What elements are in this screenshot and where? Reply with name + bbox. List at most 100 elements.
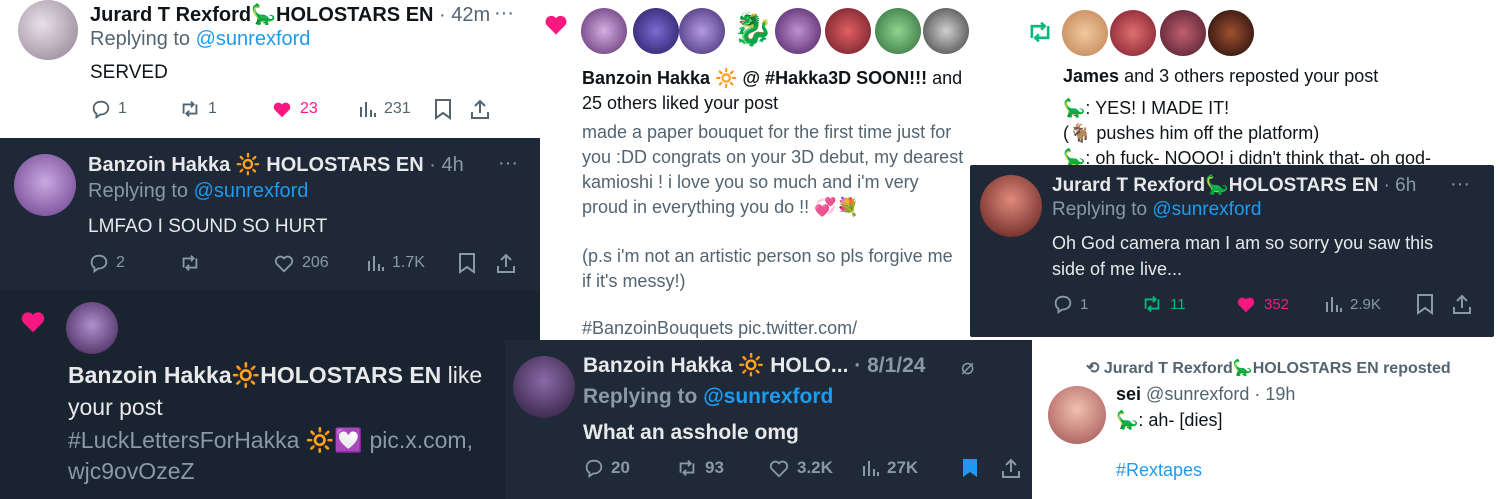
like-button[interactable]: 3.2K: [767, 457, 861, 479]
notification-like-bouquet[interactable]: 🐉 Banzoin Hakka 🔆 @ #Hakka3D SOON!!! and…: [541, 0, 981, 340]
author-name[interactable]: Jurard T Rexford: [90, 4, 251, 26]
repost-button[interactable]: 11: [1140, 293, 1234, 315]
reposter-name[interactable]: James: [1063, 66, 1119, 86]
timestamp[interactable]: · 8/1/24: [854, 354, 925, 377]
share-button[interactable]: [470, 98, 490, 120]
views-button[interactable]: 27K: [861, 458, 961, 478]
like-count: 352: [1264, 295, 1290, 313]
views-icon: [360, 102, 376, 117]
bookmark-button[interactable]: [1416, 293, 1452, 315]
timestamp[interactable]: · 4h: [429, 154, 463, 176]
views-icon: [863, 461, 879, 476]
repost-icon: [1030, 21, 1050, 43]
notification-repost-james[interactable]: James and 3 others reposted your post 🦕:…: [1010, 0, 1500, 168]
heart-icon: [274, 255, 294, 273]
tweet-jurard-camera[interactable]: Jurard T Rexford🦕HOLOSTARS EN · 6h ··· R…: [970, 165, 1494, 337]
bookmark-icon: [435, 99, 451, 120]
tweet-banzoin-lmfao[interactable]: Banzoin Hakka 🔆 HOLOSTARS EN · 4h ··· Re…: [0, 138, 540, 290]
avatar[interactable]: [775, 8, 821, 54]
body-line: proud in everything you do !! 💞💐: [582, 197, 859, 217]
more-icon[interactable]: ···: [494, 2, 514, 25]
avatar[interactable]: [14, 154, 76, 216]
author-name[interactable]: Banzoin Hakka: [583, 354, 732, 377]
grok-icon[interactable]: ⌀: [961, 354, 974, 380]
avatar[interactable]: [980, 175, 1042, 237]
avatar[interactable]: [875, 8, 921, 54]
tweet-banzoin-asshole[interactable]: Banzoin Hakka 🔆 HOLO... · 8/1/24 ⌀ Reply…: [505, 340, 1032, 499]
notification-like-luckletters[interactable]: Banzoin Hakka🔆HOLOSTARS EN like your pos…: [0, 290, 540, 499]
author-handle[interactable]: @sunrexford: [1146, 384, 1249, 404]
avatar[interactable]: [581, 8, 627, 54]
tweet-sei-reposted[interactable]: ⟲ Jurard T Rexford🦕HOLOSTARS EN reposted…: [1032, 340, 1500, 499]
reply-button[interactable]: 1: [1052, 293, 1140, 315]
reply-count: 20: [611, 458, 630, 477]
share-button[interactable]: [496, 252, 516, 274]
repost-button[interactable]: 93: [675, 457, 767, 479]
pic-link[interactable]: pic.x.com,: [369, 427, 473, 453]
views-button[interactable]: 1.7K: [366, 253, 458, 273]
liker-name[interactable]: Banzoin Hakka: [582, 68, 710, 88]
avatar[interactable]: [923, 8, 969, 54]
heart-filled-icon: [21, 312, 45, 333]
pic-link-2[interactable]: wjc9ovOzeZ: [68, 458, 195, 485]
avatar[interactable]: [1208, 10, 1254, 56]
share-icon: [497, 253, 515, 273]
repost-count: 1: [208, 100, 217, 117]
hashtag[interactable]: #Rextapes: [1116, 460, 1202, 481]
reply-handle[interactable]: @sunrexford: [196, 28, 311, 50]
reposted-label[interactable]: Jurard T Rexford🦕HOLOSTARS EN reposted: [1104, 360, 1451, 377]
avatar[interactable]: [1062, 10, 1108, 56]
views-count: 27K: [887, 458, 919, 477]
reply-handle[interactable]: @sunrexford: [194, 180, 309, 202]
share-button[interactable]: [1001, 457, 1021, 479]
avatar[interactable]: [1110, 10, 1156, 56]
hashtag[interactable]: #LuckLettersForHakka: [68, 427, 299, 453]
avatar[interactable]: [18, 0, 78, 60]
avatar[interactable]: [633, 8, 679, 54]
avatar[interactable]: [66, 302, 118, 354]
like-button[interactable]: 352: [1234, 293, 1324, 315]
author-name[interactable]: Jurard T Rexford: [1052, 175, 1205, 196]
bookmark-button[interactable]: [961, 457, 1001, 479]
reply-button[interactable]: 2: [88, 252, 178, 274]
tweet-jurard-served[interactable]: Jurard T Rexford🦕HOLOSTARS EN · 42m ··· …: [0, 0, 540, 138]
tweet-text: LMFAO I SOUND SO HURT: [88, 216, 328, 237]
repost-button[interactable]: 1: [178, 98, 270, 120]
timestamp[interactable]: · 42m: [439, 4, 490, 26]
reply-button[interactable]: 1: [90, 98, 178, 120]
body-link[interactable]: #BanzoinBouquets pic.twitter.com/: [582, 318, 857, 339]
avatar[interactable]: [679, 8, 725, 54]
timestamp[interactable]: · 19h: [1254, 384, 1295, 404]
reply-handle[interactable]: @sunrexford: [1152, 199, 1261, 220]
liker-name[interactable]: Banzoin Hakka: [68, 362, 232, 388]
like-button[interactable]: 206: [272, 252, 366, 274]
author-name[interactable]: Banzoin Hakka: [88, 154, 230, 176]
share-button[interactable]: [1452, 293, 1472, 315]
author-name[interactable]: sei: [1116, 384, 1141, 404]
replying-label: Replying to: [1052, 199, 1148, 220]
body-line: kamioshi ! i love you so much and i'm ve…: [582, 172, 919, 192]
reply-handle[interactable]: @sunrexford: [703, 385, 833, 408]
body-line: you :DD congrats on your 3D debut, my de…: [582, 147, 964, 167]
views-button[interactable]: 2.9K: [1324, 294, 1416, 314]
more-icon[interactable]: ···: [1450, 173, 1470, 196]
tweet-text: SERVED: [90, 62, 168, 83]
sun-icon: 🔆: [235, 154, 261, 176]
bookmark-button[interactable]: [434, 98, 470, 120]
avatar[interactable]: [1048, 386, 1106, 444]
bookmark-button[interactable]: [458, 252, 496, 274]
heart-filled-icon: [1237, 297, 1255, 313]
repost-button[interactable]: [178, 252, 272, 274]
like-button[interactable]: 23: [270, 98, 358, 120]
more-icon[interactable]: ···: [498, 152, 518, 175]
tweet-text: What an asshole omg: [583, 421, 799, 444]
avatar[interactable]: [513, 356, 575, 418]
avatar[interactable]: [1160, 10, 1206, 56]
views-button[interactable]: 231: [358, 99, 434, 119]
author-tag: 🦕HOLOSTARS EN: [1205, 175, 1379, 196]
reply-icon: [585, 459, 603, 479]
views-icon: [368, 256, 384, 271]
avatar[interactable]: [825, 8, 871, 54]
reply-button[interactable]: 20: [583, 457, 675, 479]
timestamp[interactable]: · 6h: [1384, 175, 1417, 196]
